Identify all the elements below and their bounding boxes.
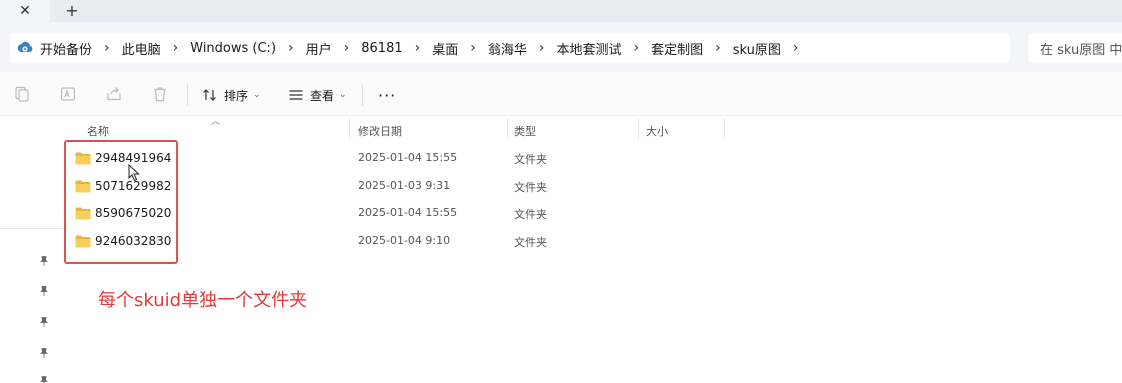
column-header-modified[interactable]: 修改日期 — [358, 123, 402, 139]
rename-icon[interactable] — [59, 85, 77, 103]
breadcrumb-item-user[interactable]: 86181 — [361, 41, 402, 56]
copy-icon[interactable] — [13, 85, 31, 103]
chevron-right-icon: › — [633, 40, 640, 56]
chevron-right-icon: › — [538, 40, 545, 56]
file-modified: 2025-01-04 15:55 — [358, 151, 458, 164]
file-type: 文件夹 — [514, 181, 547, 194]
file-type: 文件夹 — [514, 153, 547, 166]
chevron-right-icon[interactable]: › — [793, 40, 799, 56]
toolbar-divider — [362, 84, 363, 106]
chevron-down-icon: ⌄ — [339, 90, 347, 100]
column-header-size[interactable]: 大小 — [646, 123, 668, 139]
sort-ascending-icon: ︿ — [211, 117, 221, 127]
chevron-down-icon: ⌄ — [253, 90, 261, 100]
pin-icon[interactable] — [38, 375, 50, 383]
more-options-button[interactable]: ··· — [378, 86, 396, 105]
tab-current[interactable]: ✕ — [0, 0, 50, 22]
cloud-backup-icon — [17, 41, 33, 52]
breadcrumb-item-folder-2[interactable]: 本地套测试 — [556, 39, 621, 58]
breadcrumb-item-current[interactable]: sku原图 — [733, 39, 781, 58]
breadcrumb-item-this-pc[interactable]: 此电脑 — [122, 39, 161, 58]
chevron-right-icon: › — [172, 40, 179, 56]
column-divider[interactable] — [724, 118, 725, 140]
breadcrumb[interactable]: 开始备份 › 此电脑 › Windows (C:) › 用户 › 86181 ›… — [10, 33, 1010, 63]
pin-icon[interactable] — [38, 285, 50, 297]
close-tab-icon[interactable]: ✕ — [19, 3, 31, 19]
view-icon — [289, 90, 303, 100]
column-header-name[interactable]: 名称 — [87, 123, 109, 139]
file-modified: 2025-01-04 9:10 — [358, 234, 451, 247]
share-icon[interactable] — [105, 85, 123, 103]
chevron-right-icon: › — [104, 40, 110, 56]
column-header-type[interactable]: 类型 — [514, 123, 536, 139]
file-modified: 2025-01-04 15:55 — [358, 206, 458, 219]
chevron-right-icon: › — [470, 40, 476, 56]
breadcrumb-item-folder-3[interactable]: 套定制图 — [651, 39, 703, 58]
chevron-right-icon: › — [343, 40, 350, 56]
chevron-right-icon: › — [715, 40, 721, 56]
chevron-right-icon: › — [414, 40, 421, 56]
highlight-box — [64, 140, 178, 264]
breadcrumb-item-desktop[interactable]: 桌面 — [432, 39, 458, 58]
file-explorer-window: ✕ + 开始备份 › 此电脑 › Windows (C:) › 用户 › 861… — [0, 0, 1122, 383]
new-tab-button[interactable]: + — [60, 0, 84, 20]
delete-icon[interactable] — [151, 85, 169, 103]
breadcrumb-label: 开始备份 — [40, 42, 93, 58]
sort-icon — [203, 89, 216, 101]
sort-label: 排序 — [224, 88, 249, 103]
view-button[interactable]: 查看 ⌄ — [288, 82, 347, 108]
column-divider[interactable] — [638, 118, 639, 140]
pin-icon[interactable] — [38, 316, 50, 328]
view-label: 查看 — [310, 88, 335, 103]
column-divider[interactable] — [349, 118, 350, 140]
file-type: 文件夹 — [514, 208, 547, 221]
chevron-right-icon: › — [288, 40, 294, 56]
column-divider[interactable] — [507, 118, 508, 140]
annotation-text: 每个skuid单独一个文件夹 — [98, 290, 308, 311]
file-type: 文件夹 — [514, 236, 547, 249]
address-row: 开始备份 › 此电脑 › Windows (C:) › 用户 › 86181 ›… — [0, 22, 1122, 72]
breadcrumb-item-folder-1[interactable]: 翁海华 — [488, 39, 527, 58]
pin-icon[interactable] — [38, 255, 50, 267]
tab-strip: ✕ + — [0, 0, 1122, 22]
file-modified: 2025-01-03 9:31 — [358, 179, 451, 192]
search-input[interactable]: 在 sku原图 中 — [1028, 33, 1122, 63]
breadcrumb-item-users[interactable]: 用户 — [306, 39, 332, 58]
nav-pane-divider — [0, 228, 68, 229]
toolbar-divider — [187, 84, 188, 106]
breadcrumb-item-drive-c[interactable]: Windows (C:) — [190, 41, 276, 56]
pin-icon[interactable] — [38, 347, 50, 359]
breadcrumb-item-backup[interactable]: 开始备份 — [16, 39, 92, 58]
command-bar: 排序 ⌄ 查看 ⌄ ··· — [0, 72, 1122, 116]
sort-button[interactable]: 排序 ⌄ — [202, 82, 261, 108]
